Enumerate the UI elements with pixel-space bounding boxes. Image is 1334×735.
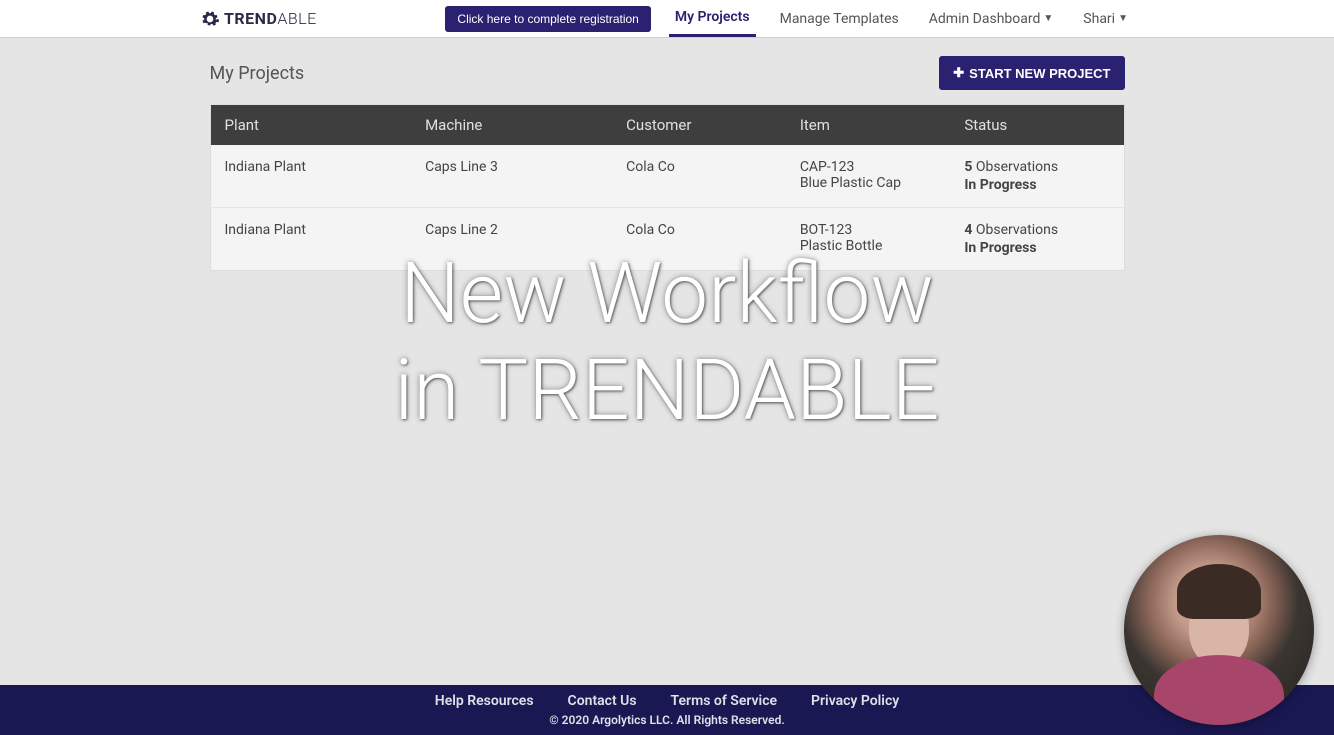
start-btn-label: START NEW PROJECT — [969, 66, 1110, 81]
table-row[interactable]: Indiana Plant Caps Line 3 Cola Co CAP-12… — [210, 145, 1124, 208]
presenter-avatar — [1124, 535, 1314, 725]
chevron-down-icon: ▼ — [1118, 13, 1128, 24]
projects-table: Plant Machine Customer Item Status India… — [210, 104, 1125, 271]
footer: Help Resources Contact Us Terms of Servi… — [0, 685, 1334, 735]
status-text: In Progress — [964, 177, 1109, 193]
obs-line: 5 Observations — [964, 159, 1109, 175]
nav-user-menu[interactable]: Shari ▼ — [1077, 0, 1134, 37]
table-header-row: Plant Machine Customer Item Status — [210, 105, 1124, 146]
logo[interactable]: TRENDABLE — [200, 9, 317, 29]
cell-status: 4 Observations In Progress — [950, 208, 1124, 271]
logo-text-light: ABLE — [277, 9, 316, 28]
top-navbar: TRENDABLE Click here to complete registr… — [0, 0, 1334, 38]
col-customer: Customer — [612, 105, 786, 146]
start-new-project-button[interactable]: ✚ START NEW PROJECT — [939, 56, 1124, 90]
nav-user-label: Shari — [1083, 11, 1115, 27]
nav-my-projects[interactable]: My Projects — [669, 0, 756, 37]
col-item: Item — [786, 105, 951, 146]
overlay-title: New Workflow in TRENDABLE — [0, 246, 1334, 439]
col-plant: Plant — [210, 105, 411, 146]
logo-text-bold: TREND — [224, 9, 277, 28]
item-name: Blue Plastic Cap — [800, 175, 937, 191]
nav-links: Click here to complete registration My P… — [445, 0, 1134, 37]
col-status: Status — [950, 105, 1124, 146]
cell-machine: Caps Line 2 — [411, 208, 612, 271]
obs-line: 4 Observations — [964, 222, 1109, 238]
title-row: My Projects ✚ START NEW PROJECT — [210, 56, 1125, 90]
item-code: CAP-123 — [800, 159, 937, 175]
nav-admin-label: Admin Dashboard — [929, 11, 1041, 27]
nav-admin-dashboard[interactable]: Admin Dashboard ▼ — [923, 0, 1060, 37]
plus-icon: ✚ — [953, 65, 964, 81]
page-title: My Projects — [210, 63, 305, 84]
complete-registration-button[interactable]: Click here to complete registration — [445, 6, 650, 32]
footer-terms[interactable]: Terms of Service — [671, 693, 777, 709]
footer-contact[interactable]: Contact Us — [568, 693, 637, 709]
cell-machine: Caps Line 3 — [411, 145, 612, 208]
main-container: My Projects ✚ START NEW PROJECT Plant Ma… — [210, 56, 1125, 271]
gear-icon — [200, 9, 220, 29]
footer-privacy[interactable]: Privacy Policy — [811, 693, 899, 709]
footer-copyright: © 2020 Argolytics LLC. All Rights Reserv… — [0, 713, 1334, 727]
item-name: Plastic Bottle — [800, 238, 937, 254]
footer-help[interactable]: Help Resources — [435, 693, 534, 709]
col-machine: Machine — [411, 105, 612, 146]
nav-manage-templates[interactable]: Manage Templates — [774, 0, 905, 37]
footer-links: Help Resources Contact Us Terms of Servi… — [0, 693, 1334, 709]
item-code: BOT-123 — [800, 222, 937, 238]
cell-customer: Cola Co — [612, 145, 786, 208]
overlay-line2: in TRENDABLE — [0, 343, 1334, 440]
chevron-down-icon: ▼ — [1043, 13, 1053, 24]
table-row[interactable]: Indiana Plant Caps Line 2 Cola Co BOT-12… — [210, 208, 1124, 271]
cell-item: CAP-123 Blue Plastic Cap — [786, 145, 951, 208]
cell-plant: Indiana Plant — [210, 208, 411, 271]
status-text: In Progress — [964, 240, 1109, 256]
cell-status: 5 Observations In Progress — [950, 145, 1124, 208]
cell-item: BOT-123 Plastic Bottle — [786, 208, 951, 271]
cell-customer: Cola Co — [612, 208, 786, 271]
cell-plant: Indiana Plant — [210, 145, 411, 208]
